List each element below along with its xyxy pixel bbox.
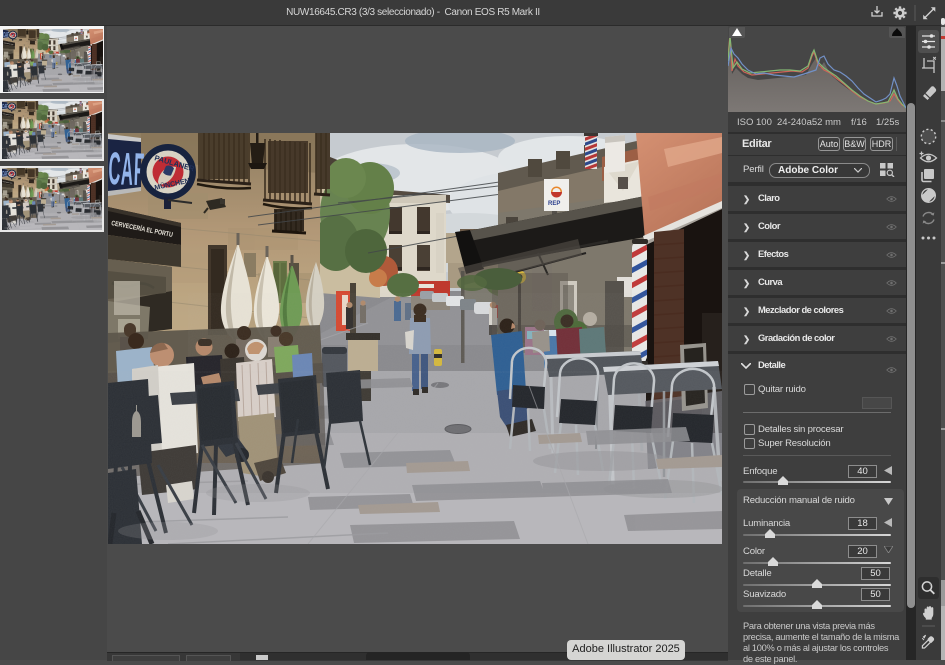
svg-text:REP: REP xyxy=(548,201,560,207)
